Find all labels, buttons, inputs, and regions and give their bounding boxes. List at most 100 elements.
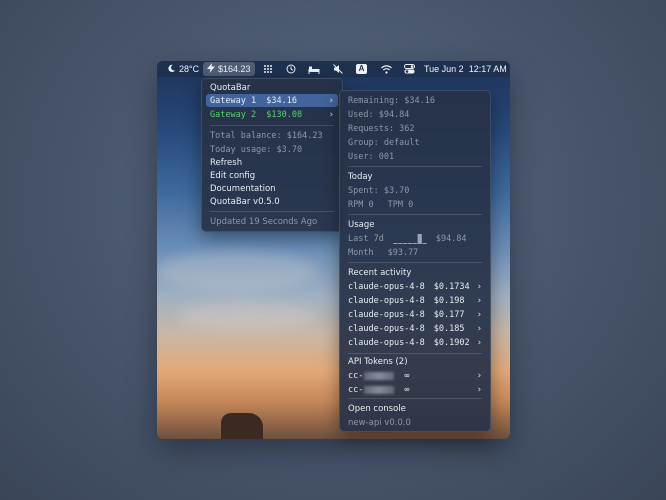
menu-divider: [348, 166, 482, 167]
activity-item[interactable]: claude-opus-4-8 $0.1734 ›: [340, 280, 490, 293]
activity-cost: $0.185: [433, 323, 465, 334]
menu-divider: [348, 262, 482, 263]
menu-divider: [348, 353, 482, 354]
weather-item[interactable]: 28°C: [167, 62, 199, 76]
moon-icon: [167, 64, 176, 75]
gateway-1-label: Gateway 1 $34.16: [210, 95, 297, 106]
status-balance: $164.23: [218, 64, 251, 74]
token-limit: ∞: [404, 370, 410, 381]
tpm: TPM 0: [387, 199, 414, 210]
usage-month: Month $93.77: [340, 246, 490, 259]
chevron-right-icon: ›: [328, 95, 334, 106]
quotabar-menu: QuotaBar Gateway 1 $34.16 › Gateway 2 $1…: [201, 78, 343, 232]
clock-time: 12:17 AM: [468, 64, 507, 74]
usage-header: Usage: [348, 219, 375, 230]
activity-cost: $0.198: [433, 295, 465, 306]
grid-icon[interactable]: [263, 62, 273, 76]
menu-version: QuotaBar v0.5.0: [210, 196, 280, 207]
menu-bar-clock[interactable]: Tue Jun 2 12:17 AM: [424, 62, 507, 76]
history-icon[interactable]: [286, 62, 296, 76]
used: Used: $94.84: [348, 109, 410, 120]
wifi-icon[interactable]: [381, 62, 392, 76]
activity-item[interactable]: claude-opus-4-8 $0.177 ›: [340, 308, 490, 321]
usage-last-7d: Last 7d $94.84: [340, 232, 490, 245]
activity-cost: $0.1734: [433, 281, 470, 292]
menu-divider: [210, 211, 334, 212]
activity-model: claude-opus-4-8: [348, 281, 425, 292]
bolt-icon: [207, 63, 215, 75]
redacted-token: [364, 385, 395, 394]
requests: Requests: 362: [348, 123, 415, 134]
menu-item-gateway-2[interactable]: Gateway 2 $130.08 ›: [202, 108, 342, 121]
month-label: Month: [348, 247, 374, 258]
today-usage: Today usage: $3.70: [210, 144, 303, 155]
mute-icon[interactable]: [333, 62, 343, 76]
menu-divider: [348, 398, 482, 399]
rpm-tpm: RPM 0 TPM 0: [340, 198, 490, 211]
input-source-icon[interactable]: A: [356, 62, 367, 76]
sparkline-bar: [393, 242, 398, 244]
menu-divider: [210, 125, 334, 126]
menu-divider: [348, 214, 482, 215]
activity-model: claude-opus-4-8: [348, 309, 425, 320]
activity-item[interactable]: claude-opus-4-8 $0.1902 ›: [340, 336, 490, 349]
activity-cost: $0.177: [433, 309, 465, 320]
rock-formation: [221, 413, 263, 439]
sparkline-bar: [397, 242, 403, 244]
bed-icon[interactable]: [308, 62, 320, 76]
token-limit: ∞: [404, 384, 410, 395]
recent-activity-header: Recent activity: [348, 267, 412, 278]
menu-item-open-console[interactable]: Open console: [340, 402, 490, 415]
chevron-right-icon: ›: [476, 337, 482, 348]
sparkline-bar: [407, 242, 412, 244]
updated-status: Updated 19 Seconds Ago: [210, 216, 318, 227]
gateway-submenu: Remaining: $34.16 Used: $94.84 Requests:…: [339, 90, 491, 432]
token-prefix: cc-: [348, 370, 364, 381]
today-spent: Spent: $3.70: [348, 185, 410, 196]
menu-bar: 28°C $164.23 A Tue Jun 2 12:17 AM: [157, 61, 510, 77]
clock-date: Tue Jun 2: [424, 64, 464, 74]
menu-item-gateway-1[interactable]: Gateway 1 $34.16 ›: [206, 94, 338, 107]
cloud: [157, 251, 317, 291]
sparkline-bar: [417, 233, 422, 244]
gateway-2-label: Gateway 2 $130.08: [210, 109, 303, 120]
remaining: Remaining: $34.16: [348, 95, 435, 106]
menu-title: QuotaBar: [210, 82, 251, 93]
activity-cost: $0.1902: [433, 337, 470, 348]
api-tokens-header: API Tokens (2): [348, 356, 408, 367]
api-token-item[interactable]: cc- ∞ ›: [340, 369, 490, 382]
group: Group: default: [348, 137, 420, 148]
quotabar-status-item[interactable]: $164.23: [203, 62, 255, 76]
activity-model: claude-opus-4-8: [348, 323, 425, 334]
total-balance: Total balance: $164.23: [210, 130, 323, 141]
chevron-right-icon: ›: [328, 109, 334, 120]
month-value: $93.77: [387, 247, 419, 258]
chevron-right-icon: ›: [476, 384, 482, 395]
sparkline-bar: [422, 242, 427, 244]
usage-sparkline: [393, 233, 427, 244]
cloud: [177, 301, 317, 331]
chevron-right-icon: ›: [476, 281, 482, 292]
activity-item[interactable]: claude-opus-4-8 $0.198 ›: [340, 294, 490, 307]
control-center-icon[interactable]: [404, 62, 415, 76]
menu-item-documentation[interactable]: Documentation: [202, 182, 342, 195]
activity-model: claude-opus-4-8: [348, 295, 425, 306]
sparkline-bar: [402, 242, 408, 244]
user: User: 001: [348, 151, 395, 162]
last7d-label: Last 7d: [348, 233, 384, 244]
chevron-right-icon: ›: [476, 370, 482, 381]
menu-item-edit-config[interactable]: Edit config: [202, 169, 342, 182]
rpm: RPM 0: [348, 199, 374, 210]
last7d-value: $94.84: [435, 233, 467, 244]
chevron-right-icon: ›: [476, 309, 482, 320]
api-version: new-api v0.0.0: [348, 417, 411, 428]
activity-model: claude-opus-4-8: [348, 337, 425, 348]
activity-item[interactable]: claude-opus-4-8 $0.185 ›: [340, 322, 490, 335]
menu-item-refresh[interactable]: Refresh: [202, 156, 342, 169]
redacted-token: [364, 371, 395, 380]
chevron-right-icon: ›: [476, 323, 482, 334]
token-prefix: cc-: [348, 384, 364, 395]
chevron-right-icon: ›: [476, 295, 482, 306]
api-token-item[interactable]: cc- ∞ ›: [340, 383, 490, 396]
sparkline-bar: [412, 242, 417, 244]
